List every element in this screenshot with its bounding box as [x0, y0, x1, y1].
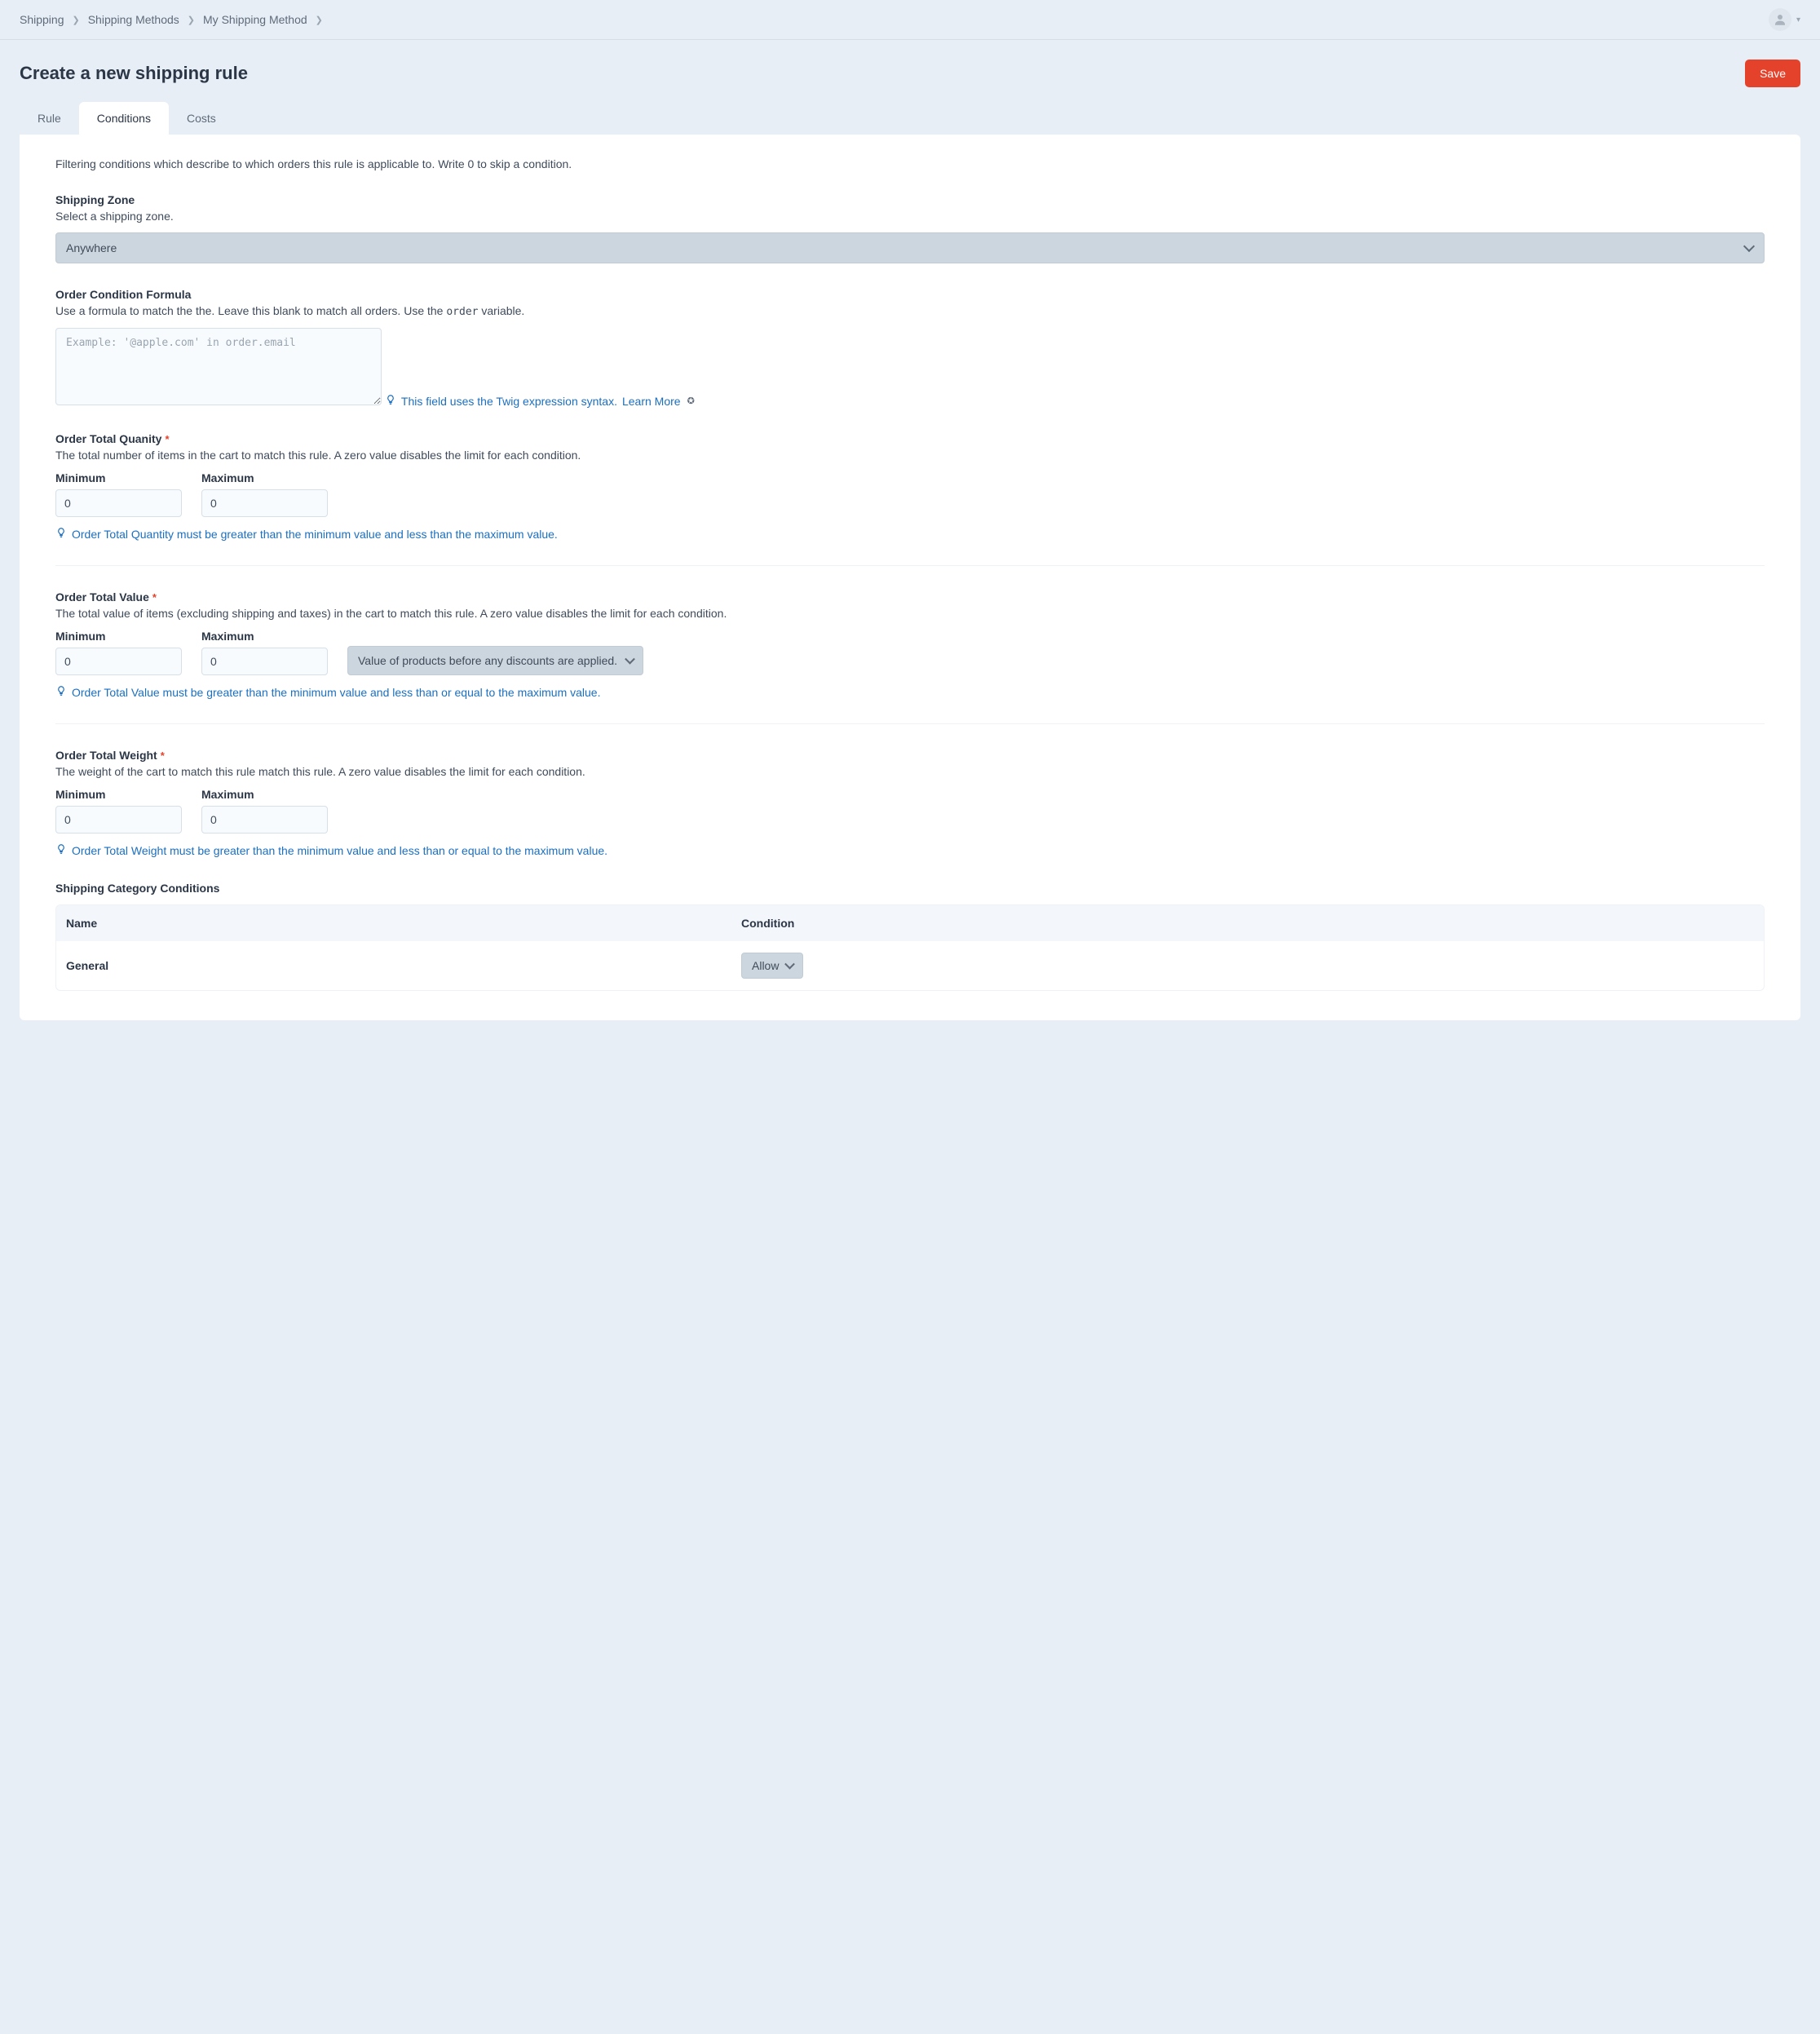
value-tip-text: Order Total Value must be greater than t… — [72, 686, 600, 699]
chevron-right-icon: ❯ — [73, 15, 80, 25]
save-button[interactable]: Save — [1745, 60, 1800, 87]
categories-col-condition: Condition — [741, 917, 1754, 930]
topbar: Shipping ❯ Shipping Methods ❯ My Shippin… — [0, 0, 1820, 40]
lightbulb-icon — [55, 527, 67, 541]
qty-max-label: Maximum — [201, 471, 328, 484]
tabs: Rule Conditions Costs — [0, 102, 1820, 135]
required-icon: * — [165, 433, 169, 445]
field-shipping-category-conditions: Shipping Category Conditions Name Condit… — [55, 882, 1765, 991]
formula-hint-text: This field uses the Twig expression synt… — [401, 395, 617, 408]
formula-desc-code: order — [446, 306, 478, 318]
weight-tip: Order Total Weight must be greater than … — [55, 843, 1765, 857]
required-icon: * — [161, 749, 165, 762]
weight-title: Order Total Weight* — [55, 749, 1765, 762]
formula-title: Order Condition Formula — [55, 288, 1765, 301]
value-basis-select[interactable]: Value of products before any discounts a… — [347, 646, 643, 675]
intro-text: Filtering conditions which describe to w… — [55, 157, 1765, 170]
avatar — [1769, 8, 1791, 31]
lightbulb-icon — [385, 394, 396, 408]
categories-table: Name Condition General Allow — [55, 904, 1765, 991]
tab-conditions[interactable]: Conditions — [79, 102, 169, 135]
divider — [55, 723, 1765, 724]
breadcrumb-link-shipping-methods[interactable]: Shipping Methods — [88, 13, 179, 26]
categories-col-name: Name — [66, 917, 741, 930]
formula-desc: Use a formula to match the the. Leave th… — [55, 304, 1765, 318]
qty-tip: Order Total Quantity must be greater tha… — [55, 527, 1765, 541]
table-row: General Allow — [56, 941, 1764, 990]
categories-title: Shipping Category Conditions — [55, 882, 1765, 895]
lightbulb-icon — [55, 685, 67, 699]
panel-conditions: Filtering conditions which describe to w… — [20, 135, 1800, 1020]
value-tip: Order Total Value must be greater than t… — [55, 685, 1765, 699]
weight-max-label: Maximum — [201, 788, 328, 801]
qty-min-input[interactable] — [55, 489, 182, 517]
value-min-label: Minimum — [55, 630, 182, 643]
weight-min-input[interactable] — [55, 806, 182, 833]
page-header: Create a new shipping rule Save — [0, 40, 1820, 102]
page-title: Create a new shipping rule — [20, 63, 248, 84]
external-link-icon: ✪ — [687, 396, 695, 406]
chevron-down-icon: ▾ — [1796, 15, 1800, 24]
category-name: General — [66, 959, 741, 972]
shipping-zone-select[interactable]: Anywhere — [55, 232, 1765, 263]
value-title: Order Total Value* — [55, 590, 1765, 604]
tab-rule[interactable]: Rule — [20, 102, 79, 135]
field-order-total-weight: Order Total Weight* The weight of the ca… — [55, 749, 1765, 857]
lightbulb-icon — [55, 843, 67, 857]
value-min-input[interactable] — [55, 648, 182, 675]
qty-title: Order Total Quanity* — [55, 432, 1765, 445]
formula-textarea[interactable] — [55, 328, 382, 405]
weight-min-label: Minimum — [55, 788, 182, 801]
value-max-input[interactable] — [201, 648, 328, 675]
breadcrumb: Shipping ❯ Shipping Methods ❯ My Shippin… — [20, 13, 323, 26]
shipping-zone-desc: Select a shipping zone. — [55, 210, 1765, 223]
formula-hint: This field uses the Twig expression synt… — [385, 394, 695, 408]
value-max-label: Maximum — [201, 630, 328, 643]
formula-desc-prefix: Use a formula to match the the. Leave th… — [55, 304, 446, 317]
divider — [55, 565, 1765, 566]
value-desc: The total value of items (excluding ship… — [55, 607, 1765, 620]
field-shipping-zone: Shipping Zone Select a shipping zone. An… — [55, 193, 1765, 263]
qty-min-label: Minimum — [55, 471, 182, 484]
shipping-zone-title: Shipping Zone — [55, 193, 1765, 206]
qty-desc: The total number of items in the cart to… — [55, 449, 1765, 462]
learn-more-link[interactable]: Learn More — [622, 395, 681, 408]
field-order-total-quantity: Order Total Quanity* The total number of… — [55, 432, 1765, 541]
shipping-zone-select-wrap: Anywhere — [55, 232, 1765, 263]
breadcrumb-link-my-shipping-method[interactable]: My Shipping Method — [203, 13, 307, 26]
formula-desc-suffix: variable. — [479, 304, 525, 317]
categories-header: Name Condition — [56, 905, 1764, 941]
chevron-right-icon: ❯ — [188, 15, 195, 25]
weight-tip-text: Order Total Weight must be greater than … — [72, 844, 607, 857]
field-order-total-value: Order Total Value* The total value of it… — [55, 590, 1765, 699]
chevron-right-icon: ❯ — [316, 15, 323, 25]
qty-max-input[interactable] — [201, 489, 328, 517]
weight-desc: The weight of the cart to match this rul… — [55, 765, 1765, 778]
weight-max-input[interactable] — [201, 806, 328, 833]
category-condition-select[interactable]: Allow — [741, 953, 803, 979]
tab-costs[interactable]: Costs — [169, 102, 234, 135]
user-menu[interactable]: ▾ — [1769, 8, 1800, 31]
required-icon: * — [152, 591, 157, 604]
field-order-condition-formula: Order Condition Formula Use a formula to… — [55, 288, 1765, 408]
breadcrumb-link-shipping[interactable]: Shipping — [20, 13, 64, 26]
qty-tip-text: Order Total Quantity must be greater tha… — [72, 528, 558, 541]
